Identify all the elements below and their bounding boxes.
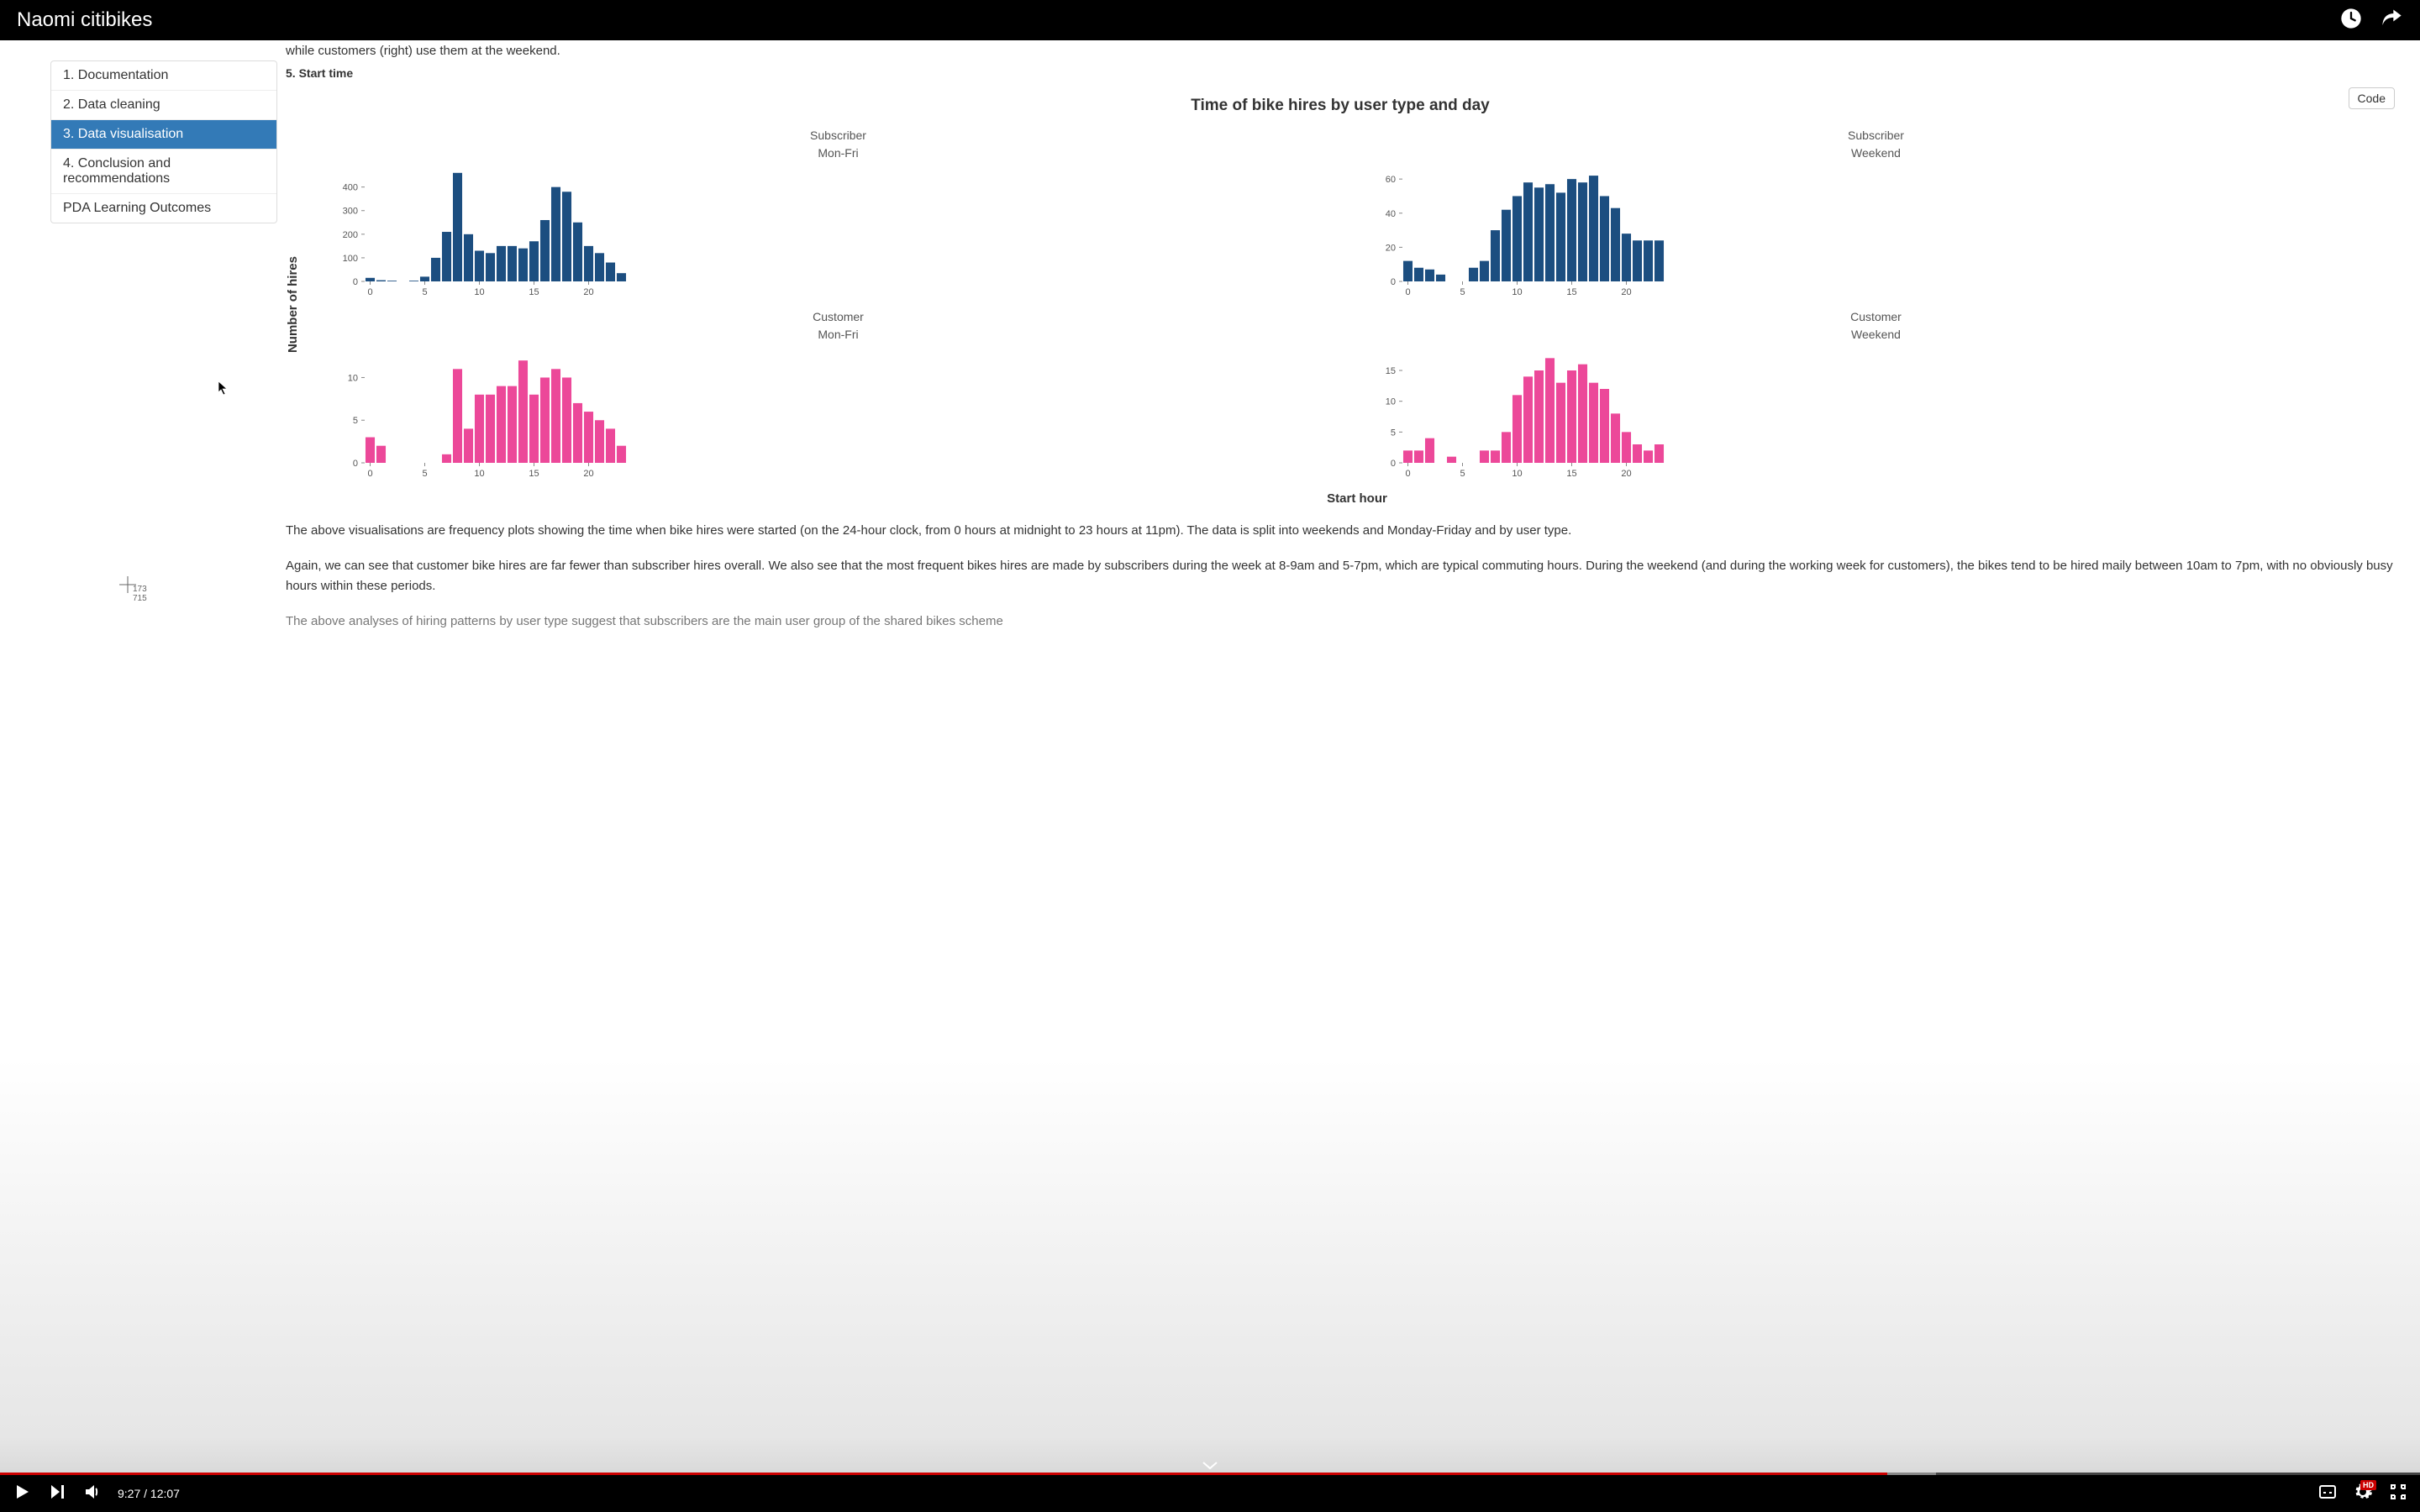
chart-panel-svg: 0 20 40 60 0 5 10 15 20 xyxy=(1365,167,1668,302)
svg-text:200: 200 xyxy=(343,230,358,240)
chart-panel-title: SubscriberWeekend xyxy=(1365,127,2386,162)
share-icon[interactable] xyxy=(2380,7,2403,34)
svg-text:0: 0 xyxy=(1391,277,1396,287)
toc-item[interactable]: 1. Documentation xyxy=(51,61,276,91)
svg-text:0: 0 xyxy=(353,277,358,287)
svg-text:0: 0 xyxy=(367,469,372,479)
time-display: 9:27 / 12:07 xyxy=(118,1487,180,1500)
svg-text:20: 20 xyxy=(583,469,593,479)
svg-text:0: 0 xyxy=(367,287,372,297)
settings-icon[interactable]: HD xyxy=(2353,1482,2373,1506)
video-title: Naomi citibikes xyxy=(17,8,152,32)
svg-text:5: 5 xyxy=(353,416,358,426)
chapter-caret-icon[interactable] xyxy=(1202,1459,1218,1475)
chart-panel-customer-weekend: CustomerWeekend 0 5 10 15 0 5 10 15 20 xyxy=(1357,305,2395,486)
section-heading: 5. Start time xyxy=(286,66,2395,80)
volume-icon[interactable] xyxy=(82,1482,103,1506)
lead-text: while customers (right) use them at the … xyxy=(286,44,2395,58)
svg-text:300: 300 xyxy=(343,207,358,217)
document-main: while customers (right) use them at the … xyxy=(277,40,2420,1512)
sidebar: 1. Documentation2. Data cleaning3. Data … xyxy=(0,40,277,1512)
toc-item[interactable]: 3. Data visualisation xyxy=(51,120,276,150)
svg-text:5: 5 xyxy=(1391,428,1396,438)
body-paragraph-1: The above visualisations are frequency p… xyxy=(286,521,2395,541)
chart-panel-title: CustomerMon-Fri xyxy=(328,308,1349,344)
table-of-contents: 1. Documentation2. Data cleaning3. Data … xyxy=(50,60,277,223)
svg-text:100: 100 xyxy=(343,254,358,264)
svg-text:5: 5 xyxy=(422,469,427,479)
svg-text:10: 10 xyxy=(474,287,484,297)
mouse-cursor-icon xyxy=(218,381,229,400)
exit-fullscreen-icon[interactable] xyxy=(2388,1482,2408,1506)
video-player-bar: 9:27 / 12:07 HD xyxy=(0,1473,2420,1512)
svg-text:40: 40 xyxy=(1386,209,1396,219)
code-button[interactable]: Code xyxy=(2349,87,2395,109)
svg-text:0: 0 xyxy=(353,459,358,469)
svg-text:10: 10 xyxy=(1512,287,1522,297)
chart-panel-svg: 0 5 10 15 0 5 10 15 20 xyxy=(1365,349,1668,483)
toc-item[interactable]: 4. Conclusion and recommendations xyxy=(51,150,276,194)
captions-icon[interactable] xyxy=(2317,1482,2338,1506)
svg-text:10: 10 xyxy=(1386,397,1396,407)
chart-panel-subscriber-monfri: SubscriberMon-Fri 0 100 200 300 400 0 5 10 15 20 xyxy=(319,123,1357,305)
chart-block: Time of bike hires by user type and day … xyxy=(286,97,2395,506)
svg-text:20: 20 xyxy=(1621,469,1631,479)
svg-text:20: 20 xyxy=(1386,243,1396,253)
svg-text:10: 10 xyxy=(348,373,358,383)
svg-text:5: 5 xyxy=(422,287,427,297)
chart-x-axis-label: Start hour xyxy=(319,486,2395,506)
watch-later-icon[interactable] xyxy=(2339,7,2363,34)
next-icon[interactable] xyxy=(47,1482,67,1506)
toc-item[interactable]: 2. Data cleaning xyxy=(51,91,276,120)
svg-text:60: 60 xyxy=(1386,175,1396,185)
body-paragraph-2: Again, we can see that customer bike hir… xyxy=(286,556,2395,596)
chart-panel-svg: 0 5 10 0 5 10 15 20 xyxy=(328,349,630,483)
chart-panel-title: SubscriberMon-Fri xyxy=(328,127,1349,162)
body-paragraph-3-cutoff: The above analyses of hiring patterns by… xyxy=(286,612,2395,632)
toc-item[interactable]: PDA Learning Outcomes xyxy=(51,194,276,223)
chart-panel-customer-monfri: CustomerMon-Fri 0 5 10 0 5 10 15 20 xyxy=(319,305,1357,486)
svg-text:15: 15 xyxy=(529,287,539,297)
svg-text:0: 0 xyxy=(1405,287,1410,297)
svg-text:20: 20 xyxy=(1621,287,1631,297)
svg-text:15: 15 xyxy=(1386,366,1396,376)
svg-text:5: 5 xyxy=(1460,469,1465,479)
svg-text:10: 10 xyxy=(474,469,484,479)
video-header: Naomi citibikes xyxy=(0,0,2420,40)
chart-panel-title: CustomerWeekend xyxy=(1365,308,2386,344)
svg-text:20: 20 xyxy=(583,287,593,297)
hd-badge: HD xyxy=(2360,1480,2376,1490)
chart-panel-svg: 0 100 200 300 400 0 5 10 15 20 xyxy=(328,167,630,302)
chart-panel-subscriber-weekend: SubscriberWeekend 0 20 40 60 0 5 10 15 20 xyxy=(1357,123,2395,305)
svg-text:15: 15 xyxy=(529,469,539,479)
chart-title: Time of bike hires by user type and day xyxy=(286,97,2395,115)
svg-text:0: 0 xyxy=(1391,459,1396,469)
svg-text:0: 0 xyxy=(1405,469,1410,479)
play-icon[interactable] xyxy=(12,1482,32,1506)
chart-y-axis-label: Number of hires xyxy=(286,256,319,353)
svg-text:10: 10 xyxy=(1512,469,1522,479)
svg-text:400: 400 xyxy=(343,183,358,193)
svg-text:15: 15 xyxy=(1566,287,1576,297)
svg-text:5: 5 xyxy=(1460,287,1465,297)
svg-text:15: 15 xyxy=(1566,469,1576,479)
